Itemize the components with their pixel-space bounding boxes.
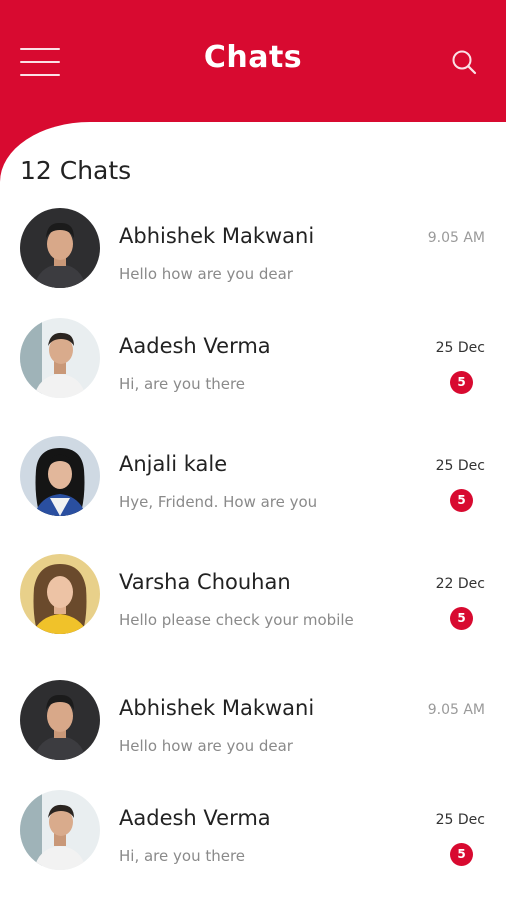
unread-badge: 5 [450, 607, 473, 630]
timestamp: 9.05 AM [427, 230, 485, 246]
message-preview: Hi, are you there [119, 375, 246, 393]
contact-name: Aadesh Verma [119, 334, 271, 358]
message-preview: Hello how are you dear [119, 737, 293, 755]
message-preview: Hello please check your mobile [119, 611, 354, 629]
avatar[interactable] [20, 554, 100, 634]
search-icon [452, 50, 477, 75]
message-preview: Hye, Fridend. How are you [119, 493, 318, 511]
chat-count: 12 Chats [20, 156, 132, 185]
timestamp: 25 Dec [435, 340, 485, 356]
avatar[interactable] [20, 318, 100, 398]
unread-badge: 5 [450, 371, 473, 394]
chat-row[interactable]: Aadesh Verma Hi, are you there 25 Dec 5 [0, 790, 506, 890]
unread-badge: 5 [450, 843, 473, 866]
timestamp: 22 Dec [435, 576, 485, 592]
chat-row[interactable]: Aadesh Verma Hi, are you there 25 Dec 5 [0, 318, 506, 418]
contact-name: Varsha Chouhan [119, 570, 291, 594]
avatar[interactable] [20, 208, 100, 288]
timestamp: 25 Dec [435, 458, 485, 474]
avatar[interactable] [20, 790, 100, 870]
chat-row[interactable]: Anjali kale Hye, Fridend. How are you 25… [0, 436, 506, 536]
message-preview: Hi, are you there [119, 847, 246, 865]
unread-badge: 5 [450, 489, 473, 512]
contact-name: Aadesh Verma [119, 806, 271, 830]
chat-row[interactable]: Varsha Chouhan Hello please check your m… [0, 554, 506, 654]
chat-row[interactable]: Abhishek Makwani Hello how are you dear … [0, 680, 506, 780]
avatar[interactable] [20, 436, 100, 516]
chat-row[interactable]: Abhishek Makwani Hello how are you dear … [0, 208, 506, 308]
avatar[interactable] [20, 680, 100, 760]
page-title: Chats [203, 40, 303, 75]
timestamp: 25 Dec [435, 812, 485, 828]
message-preview: Hello how are you dear [119, 265, 293, 283]
search-button[interactable] [450, 48, 478, 76]
contact-name: Abhishek Makwani [119, 696, 315, 720]
timestamp: 9.05 AM [427, 702, 485, 718]
contact-name: Abhishek Makwani [119, 224, 315, 248]
contact-name: Anjali kale [119, 452, 228, 476]
